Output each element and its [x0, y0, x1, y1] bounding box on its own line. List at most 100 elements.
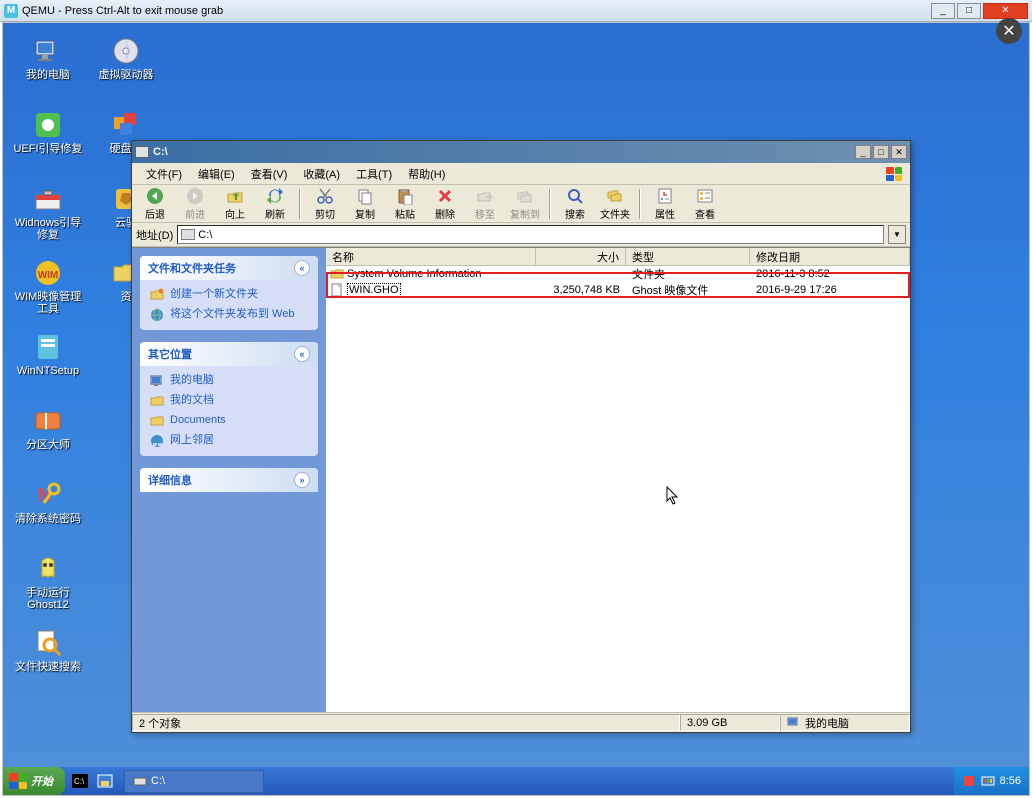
desktop-icon-label: 文件快速搜索 [15, 661, 81, 673]
start-button[interactable]: 开始 [3, 767, 65, 795]
menu-view[interactable]: 查看(V) [243, 164, 296, 184]
refresh-button[interactable]: 刷新 [256, 187, 294, 221]
clock[interactable]: 8:56 [1000, 775, 1021, 787]
maximize-button[interactable]: □ [957, 3, 981, 19]
taskbar-item-label: C:\ [151, 775, 165, 787]
file-icon [330, 283, 344, 297]
quicklaunch-cmd[interactable]: C:\ [69, 770, 91, 792]
desktop-icon-wim-image-tool[interactable]: WIM WIM映像管理 工具 [9, 253, 87, 321]
minimize-button[interactable]: _ [855, 145, 871, 159]
desktop-icon-virtual-drive[interactable]: 虚拟驱动器 [87, 31, 165, 99]
status-location: 我的电脑 [780, 714, 910, 731]
details-header[interactable]: 详细信息 » [140, 468, 318, 492]
desktop-icon-winnt-setup[interactable]: WinNTSetup [9, 327, 87, 395]
task-label: 将这个文件夹发布到 Web [170, 308, 294, 321]
menu-help[interactable]: 帮助(H) [400, 164, 453, 184]
computer-icon [150, 374, 164, 388]
search-icon [566, 187, 584, 205]
properties-button[interactable]: 属性 [646, 187, 684, 221]
address-dropdown-button[interactable]: ▼ [888, 225, 906, 244]
task-publish-web[interactable]: 将这个文件夹发布到 Web [150, 308, 308, 322]
column-type[interactable]: 类型 [626, 248, 750, 265]
winnt-icon [32, 331, 64, 363]
explorer-title-text: C:\ [153, 146, 168, 158]
cdrom-icon [110, 35, 142, 67]
file-size: 3,250,748 KB [536, 284, 626, 296]
scissors-icon [316, 187, 334, 205]
desktop-icon-partition-master[interactable]: 分区大师 [9, 401, 87, 469]
quicklaunch-show-desktop[interactable] [94, 770, 116, 792]
views-button[interactable]: 查看 [686, 187, 724, 221]
folders-button[interactable]: 文件夹 [596, 187, 634, 221]
place-label: 我的文档 [170, 394, 214, 407]
desktop-icon-ghost12[interactable]: 手动运行 Ghost12 [9, 549, 87, 617]
minimize-button[interactable]: _ [931, 3, 955, 19]
uefi-icon [32, 109, 64, 141]
up-button[interactable]: 向上 [216, 187, 254, 221]
explorer-window: C:\ _ □ ✕ 文件(F) 编辑(E) 查看(V) 收藏(A) 工具(T) … [131, 140, 911, 733]
delete-button[interactable]: 删除 [426, 187, 464, 221]
search-button[interactable]: 搜索 [556, 187, 594, 221]
file-date: 2016-9-29 17:26 [750, 284, 910, 296]
column-size[interactable]: 大小 [536, 248, 626, 265]
qemu-titlebar[interactable]: M QEMU - Press Ctrl-Alt to exit mouse gr… [0, 0, 1032, 22]
menu-edit[interactable]: 编辑(E) [190, 164, 243, 184]
explorer-titlebar[interactable]: C:\ _ □ ✕ [132, 141, 910, 163]
explorer-addressbar: 地址(D) C:\ ▼ [132, 223, 910, 247]
menu-favorites[interactable]: 收藏(A) [295, 164, 348, 184]
properties-icon [656, 187, 674, 205]
tray-icon-2[interactable] [981, 774, 995, 788]
qemu-icon: M [4, 4, 18, 18]
menu-tools[interactable]: 工具(T) [348, 164, 400, 184]
cut-button[interactable]: 剪切 [306, 187, 344, 221]
place-my-computer[interactable]: 我的电脑 [150, 374, 308, 388]
status-size: 3.09 GB [680, 714, 780, 731]
panel-title: 其它位置 [148, 346, 192, 362]
file-tasks-body: 创建一个新文件夹 将这个文件夹发布到 Web [140, 280, 318, 330]
system-tray[interactable]: 8:56 [954, 767, 1029, 795]
paste-button[interactable]: 粘贴 [386, 187, 424, 221]
tray-icon-1[interactable] [962, 774, 976, 788]
menu-file[interactable]: 文件(F) [138, 164, 190, 184]
desktop-icon-my-computer[interactable]: 我的电脑 [9, 31, 87, 99]
desktop-icon-label: 清除系统密码 [15, 513, 81, 525]
file-tasks-header[interactable]: 文件和文件夹任务 « [140, 256, 318, 280]
drive-icon [181, 229, 195, 240]
overlay-close-button[interactable]: ✕ [996, 18, 1022, 44]
place-my-documents[interactable]: 我的文档 [150, 394, 308, 408]
taskbar-item-explorer[interactable]: C:\ [124, 770, 264, 793]
desktop-icon-label: 分区大师 [26, 439, 70, 451]
desktop-icon-uefi-repair[interactable]: UEFI引导修复 [9, 105, 87, 173]
copy-icon [356, 187, 374, 205]
close-button[interactable]: ✕ [891, 145, 907, 159]
other-places-header[interactable]: 其它位置 « [140, 342, 318, 366]
panel-title: 详细信息 [148, 472, 192, 488]
desktop-icon-label: WinNTSetup [17, 365, 79, 377]
place-network[interactable]: 网上邻居 [150, 434, 308, 448]
desktop-icon-clear-password[interactable]: N 清除系统密码 [9, 475, 87, 543]
views-icon [696, 187, 714, 205]
file-row-folder[interactable]: System Volume Information 文件夹 2016-11-3 … [326, 266, 910, 282]
file-list-rows[interactable]: System Volume Information 文件夹 2016-11-3 … [326, 266, 910, 712]
column-date[interactable]: 修改日期 [750, 248, 910, 265]
moveto-icon [476, 187, 494, 205]
address-field[interactable]: C:\ [177, 225, 884, 244]
file-row-gho[interactable]: WIN.GHO 3,250,748 KB Ghost 映像文件 2016-9-2… [326, 282, 910, 298]
toolbox-icon [32, 183, 64, 215]
close-button[interactable]: ✕ [983, 3, 1028, 19]
svg-text:WIM: WIM [38, 270, 59, 281]
column-name[interactable]: 名称 [326, 248, 536, 265]
address-value: C:\ [198, 229, 212, 241]
desktop-icon-label: 我的电脑 [26, 69, 70, 81]
desktop-workspace[interactable]: 我的电脑 虚拟驱动器 UEFI引导修复 硬盘磁 [3, 23, 1029, 767]
copy-button[interactable]: 复制 [346, 187, 384, 221]
task-new-folder[interactable]: 创建一个新文件夹 [150, 288, 308, 302]
place-documents[interactable]: Documents [150, 414, 308, 428]
maximize-button[interactable]: □ [873, 145, 889, 159]
desktop-icon-file-search[interactable]: 文件快速搜索 [9, 623, 87, 691]
network-icon [150, 434, 164, 448]
paste-icon [396, 187, 414, 205]
desktop-icon-windows-boot-repair[interactable]: Widnows引导 修复 [9, 179, 87, 247]
desktop[interactable]: 我的电脑 虚拟驱动器 UEFI引导修复 硬盘磁 [2, 22, 1030, 796]
back-button[interactable]: 后退 [136, 187, 174, 221]
